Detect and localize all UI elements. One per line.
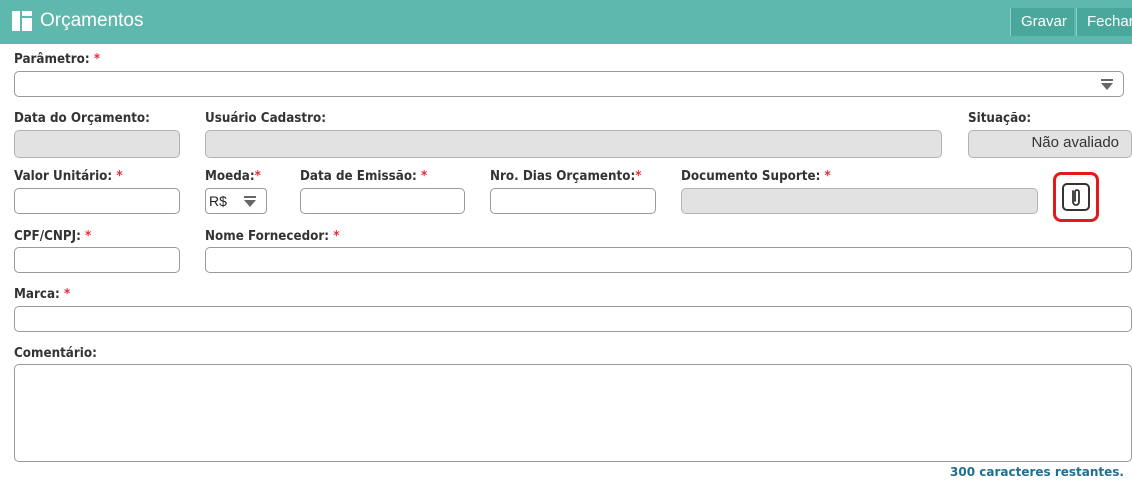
save-button[interactable]: Gravar bbox=[1010, 8, 1074, 36]
valor-unitario-label: Valor Unitário: * bbox=[14, 169, 123, 184]
comentario-textarea[interactable] bbox=[14, 364, 1132, 462]
cpf-cnpj-label: CPF/CNPJ: * bbox=[14, 229, 92, 244]
char-counter: 300 caracteres restantes. bbox=[950, 465, 1124, 479]
dropdown-bar bbox=[244, 196, 256, 198]
page-title: Orçamentos bbox=[12, 10, 143, 32]
data-emissao-label: Data de Emissão: * bbox=[300, 169, 428, 184]
data-emissao-input[interactable] bbox=[300, 188, 465, 214]
page-title-text: Orçamentos bbox=[40, 10, 144, 31]
attach-button[interactable] bbox=[1062, 183, 1090, 211]
situacao-value: Não avaliado bbox=[1031, 134, 1119, 151]
parametro-label: Parâmetro: * bbox=[14, 52, 101, 67]
close-button[interactable]: Fechar bbox=[1076, 8, 1132, 36]
nome-fornecedor-label: Nome Fornecedor: * bbox=[205, 229, 340, 244]
usuario-cadastro-label: Usuário Cadastro: bbox=[205, 111, 327, 126]
nro-dias-input[interactable] bbox=[490, 188, 656, 214]
marca-input[interactable] bbox=[14, 306, 1132, 332]
chevron-down-icon bbox=[1101, 83, 1113, 90]
comentario-label: Comentário: bbox=[14, 346, 97, 361]
marca-label: Marca: * bbox=[14, 287, 71, 302]
situacao-field: Não avaliado bbox=[968, 130, 1132, 158]
grid-icon bbox=[12, 11, 32, 31]
documento-suporte-field bbox=[681, 188, 1038, 214]
moeda-label: Moeda:* bbox=[205, 169, 261, 184]
header-bar: Orçamentos Gravar Fechar bbox=[0, 0, 1132, 44]
data-orcamento-field bbox=[14, 130, 180, 158]
documento-suporte-label: Documento Suporte: * bbox=[681, 169, 831, 184]
parametro-select[interactable] bbox=[14, 71, 1124, 97]
valor-unitario-input[interactable] bbox=[14, 188, 180, 214]
chevron-down-icon bbox=[244, 200, 256, 207]
paperclip-icon bbox=[1072, 189, 1080, 206]
nome-fornecedor-input[interactable] bbox=[205, 247, 1132, 273]
usuario-cadastro-field bbox=[205, 130, 942, 158]
dropdown-bar bbox=[1101, 79, 1113, 81]
moeda-select[interactable]: R$ bbox=[205, 188, 267, 214]
situacao-label: Situação: bbox=[968, 111, 1032, 126]
attach-highlight bbox=[1053, 172, 1099, 222]
cpf-cnpj-input[interactable] bbox=[14, 247, 180, 273]
moeda-value: R$ bbox=[209, 193, 227, 209]
data-orcamento-label: Data do Orçamento: bbox=[14, 111, 150, 126]
nro-dias-label: Nro. Dias Orçamento:* bbox=[490, 169, 642, 184]
